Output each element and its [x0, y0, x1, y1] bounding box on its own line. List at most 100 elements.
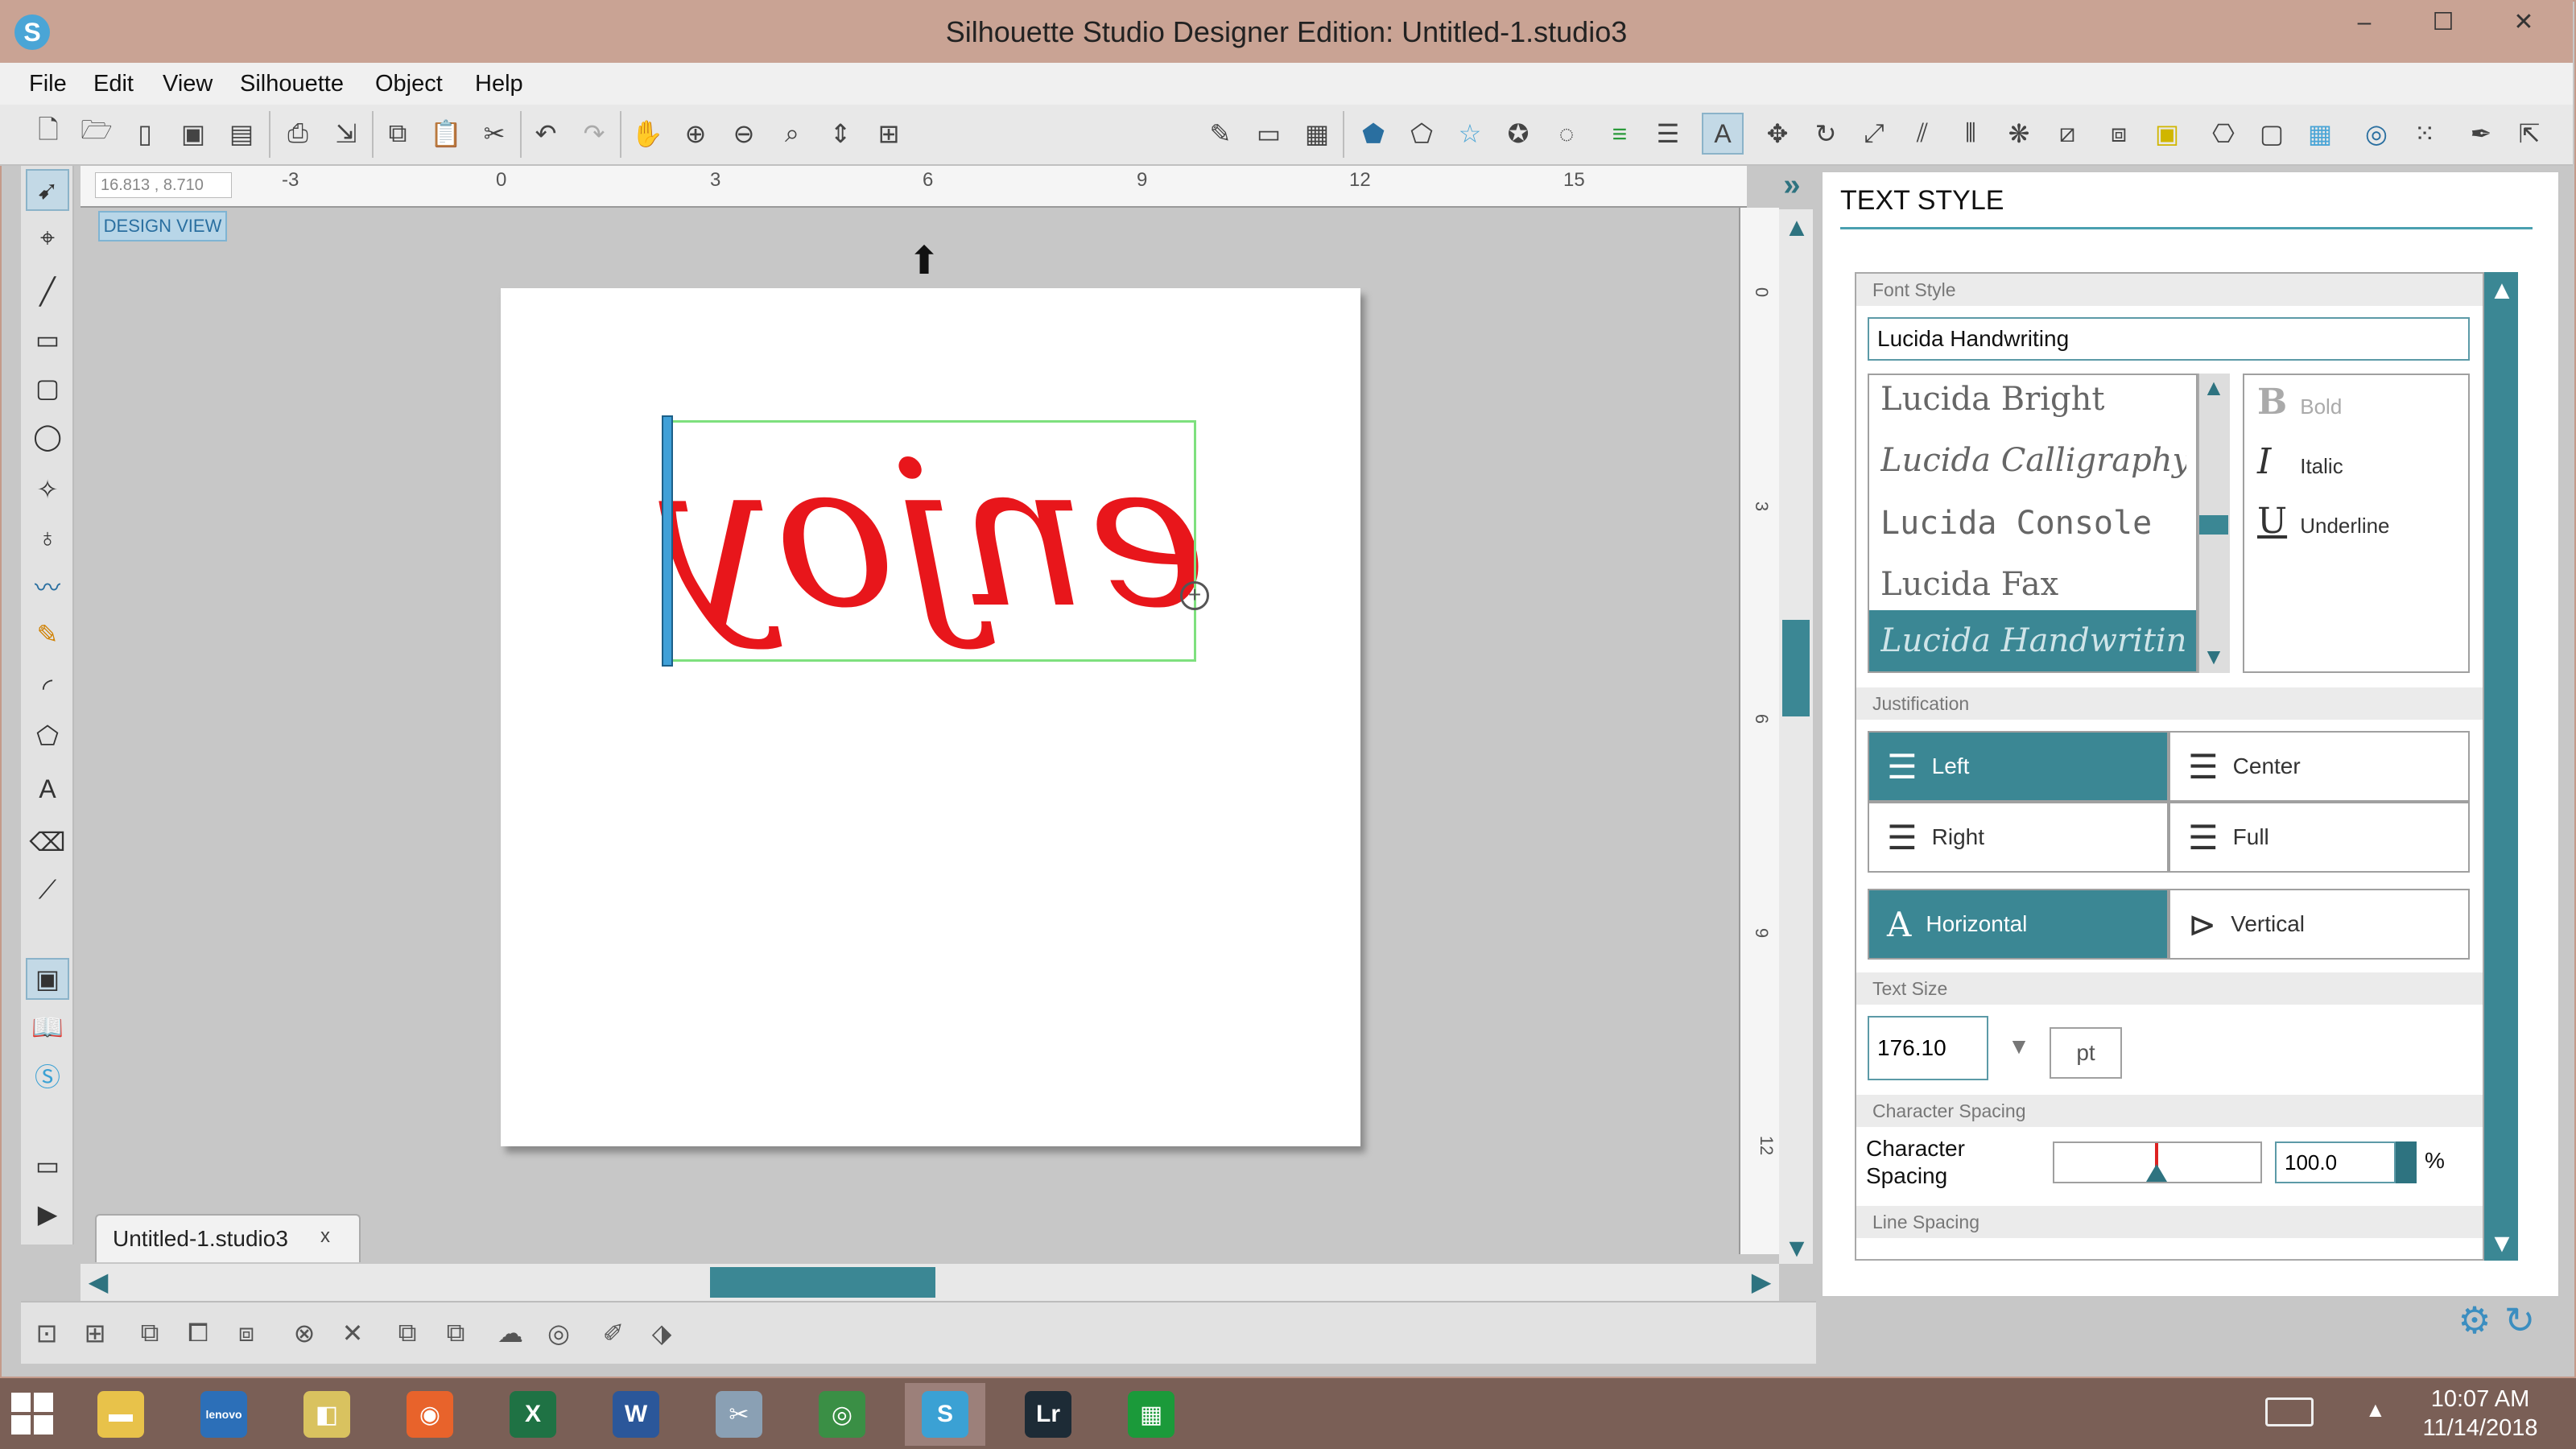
open-folder-icon[interactable]: 🗁	[76, 113, 118, 155]
color-bars-icon[interactable]: ≡	[1599, 113, 1641, 155]
zoom-out-icon[interactable]: ⊖	[723, 113, 765, 155]
send-to-cutter-icon[interactable]: ⇲	[325, 113, 367, 155]
eraser-tool-icon[interactable]: ⌫	[26, 821, 69, 863]
send-panel-icon[interactable]: ▭	[26, 1145, 69, 1187]
ellipse-tool-icon[interactable]: ◯	[26, 415, 69, 457]
offset-icon[interactable]: ⧈	[2098, 113, 2140, 155]
bold-option[interactable]: B Bold	[2257, 382, 2342, 423]
slider-thumb[interactable]	[2146, 1164, 2167, 1182]
page-setup-icon[interactable]: ▭	[1248, 113, 1290, 155]
ungroup-icon[interactable]: ⊞	[74, 1312, 116, 1354]
smooth-freehand-icon[interactable]: ✎	[26, 613, 69, 655]
taskbar-app-calculator[interactable]: ▦	[1111, 1383, 1191, 1446]
tray-expand-icon[interactable]: ▲	[2365, 1397, 2386, 1422]
save-icon[interactable]: ▣	[172, 113, 214, 155]
scroll-down-arrow-icon[interactable]: ▼	[1781, 1232, 1813, 1264]
windows-start-icon[interactable]	[11, 1393, 53, 1435]
undo-icon[interactable]: ↶	[525, 113, 567, 155]
arc-tool-icon[interactable]: ◜	[26, 667, 69, 708]
font-list-item[interactable]: Lucida Bright	[1880, 370, 2186, 428]
panel-scrollbar[interactable]	[2484, 272, 2518, 1261]
scroll-left-arrow-icon[interactable]: ◀	[82, 1265, 114, 1298]
shear-icon[interactable]: ⫽	[1901, 113, 1943, 155]
close-button[interactable]: ✕	[2487, 0, 2560, 47]
play-icon[interactable]: ▶	[26, 1193, 69, 1235]
taskbar-clock[interactable]: 10:07 AM 11/14/2018	[2396, 1385, 2565, 1443]
justify-full-button[interactable]: ☰ Full	[2169, 802, 2470, 873]
taskbar-app-word[interactable]: W	[596, 1383, 676, 1446]
modify-icon[interactable]: ⧄	[2046, 113, 2088, 155]
taskbar-app-photos[interactable]: ◧	[287, 1383, 367, 1446]
pan-hand-icon[interactable]: ✋	[626, 113, 668, 155]
fill-gradient-icon[interactable]: ⬠	[1401, 113, 1443, 155]
keyboard-icon[interactable]	[2265, 1397, 2314, 1426]
settings-gear-icon[interactable]: ⚙	[2454, 1299, 2496, 1341]
weld-icon[interactable]: ⧈	[225, 1312, 267, 1354]
library-grid-icon[interactable]: ▦	[2299, 113, 2341, 155]
maximize-button[interactable]: ☐	[2407, 0, 2479, 47]
release-compound-icon[interactable]: ⧠	[177, 1312, 219, 1354]
justify-right-button[interactable]: ☰ Right	[1868, 802, 2169, 873]
delete-icon[interactable]: ✕	[332, 1312, 374, 1354]
taskbar-app-chrome[interactable]: ◎	[802, 1383, 882, 1446]
font-list-item-selected[interactable]: Lucida Handwriting	[1880, 612, 2186, 670]
registration-icon[interactable]: ▢	[2251, 113, 2293, 155]
cut-settings-icon[interactable]: ⎔	[2202, 113, 2244, 155]
menu-edit[interactable]: Edit	[87, 63, 140, 105]
new-document-icon[interactable]: 🗋	[27, 113, 69, 155]
character-spacing-stepper[interactable]	[2396, 1141, 2417, 1183]
taskbar-app-firefox[interactable]: ◉	[390, 1383, 470, 1446]
scale-icon[interactable]: ⤢	[1853, 113, 1895, 155]
sketch-icon[interactable]: ✒	[2460, 113, 2502, 155]
text-size-dropdown-icon[interactable]: ▼	[1993, 1016, 2045, 1080]
grid-icon[interactable]: ▦	[1296, 113, 1338, 155]
polygon-tool-icon[interactable]: ✧	[26, 469, 69, 510]
silhouette-store-icon[interactable]: Ⓢ	[26, 1055, 69, 1096]
text-size-input[interactable]: 176.10	[1868, 1016, 1988, 1080]
text-style-icon[interactable]: A	[1702, 113, 1744, 155]
text-size-unit-button[interactable]: pt	[2050, 1027, 2122, 1079]
design-page-icon[interactable]: ✎	[1199, 113, 1241, 155]
menu-object[interactable]: Object	[369, 63, 449, 105]
font-search-input[interactable]: Lucida Handwriting	[1868, 317, 2470, 361]
send-icon[interactable]: ⇱	[2508, 113, 2550, 155]
underline-option[interactable]: U Underline	[2257, 501, 2390, 542]
menu-file[interactable]: File	[23, 63, 73, 105]
font-scroll-down-icon[interactable]: ▼	[2201, 644, 2227, 671]
bring-forward-icon[interactable]: ⧉	[386, 1312, 428, 1354]
font-list-item[interactable]: Lucida Calligraphy	[1880, 431, 2186, 489]
design-view-icon[interactable]: ▣	[26, 958, 69, 1000]
knife-tool-icon[interactable]: ⟋	[26, 869, 69, 911]
vertical-scroll-thumb[interactable]	[1782, 620, 1810, 716]
group-icon[interactable]: ⊡	[26, 1312, 68, 1354]
line-color-icon[interactable]: ✪	[1497, 113, 1539, 155]
fit-to-page-icon[interactable]: ⊞	[868, 113, 910, 155]
trace-icon[interactable]: ▣	[2146, 113, 2188, 155]
rotate-icon[interactable]: ↻	[1805, 113, 1847, 155]
close-tab-icon[interactable]: x	[320, 1225, 330, 1248]
taskbar-app-lightroom[interactable]: Lr	[1008, 1383, 1088, 1446]
align-icon[interactable]: ⫴	[1950, 113, 1992, 155]
library-book-icon[interactable]: 📖	[26, 1006, 69, 1048]
regular-polygon-icon[interactable]: ⬠	[26, 715, 69, 757]
taskbar-app-silhouette[interactable]: S	[905, 1383, 985, 1446]
menu-help[interactable]: Help	[469, 63, 530, 105]
scroll-right-arrow-icon[interactable]: ▶	[1745, 1265, 1777, 1298]
menu-view[interactable]: View	[156, 63, 219, 105]
taskbar-app-excel[interactable]: X	[493, 1383, 573, 1446]
drag-zoom-icon[interactable]: ⇕	[819, 113, 861, 155]
curve-tool-icon[interactable]: ♁	[26, 517, 69, 559]
print-icon[interactable]: ⎙	[277, 113, 319, 155]
edit-points-icon[interactable]: ⌖	[26, 217, 69, 259]
trace-pen-icon[interactable]: ✐	[592, 1312, 634, 1354]
replicate-icon[interactable]: ❋	[1998, 113, 2040, 155]
horizontal-scroll-thumb[interactable]	[710, 1267, 935, 1298]
font-list-item[interactable]: Lucida Console	[1880, 494, 2186, 552]
line-style-icon[interactable]: ◌	[1546, 113, 1587, 155]
panel-scroll-down-icon[interactable]: ▼	[2486, 1227, 2518, 1259]
eraser-fill-icon[interactable]: ☁	[489, 1312, 531, 1354]
move-handle-icon[interactable]: +	[1180, 581, 1209, 610]
rhinestone-icon[interactable]: ⁙	[2404, 113, 2446, 155]
intersect-icon[interactable]: ⊗	[283, 1312, 325, 1354]
panel-scroll-up-icon[interactable]: ▲	[2486, 274, 2518, 306]
